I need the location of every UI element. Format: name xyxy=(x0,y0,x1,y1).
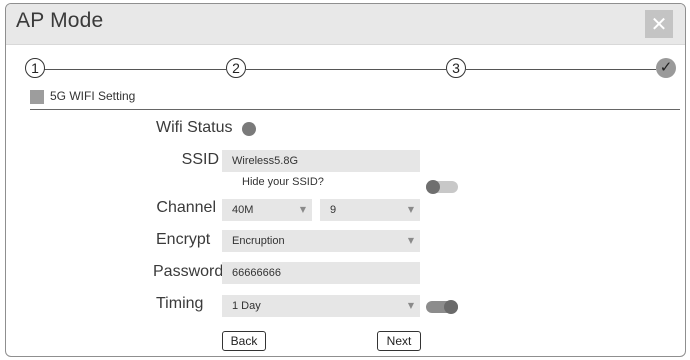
ap-mode-dialog: AP Mode ✕ 1 2 3 ✓ 5G WIFI Setting Wifi S… xyxy=(5,3,686,357)
section-title: 5G WIFI Setting xyxy=(50,89,136,103)
step-connector xyxy=(466,69,656,70)
chevron-down-icon: ▼ xyxy=(407,301,414,310)
hide-ssid-label: Hide your SSID? xyxy=(242,176,324,188)
channel-number-select[interactable]: 9 ▼ xyxy=(320,199,420,221)
password-input[interactable]: 66666666 xyxy=(222,262,420,284)
password-label: Password xyxy=(153,263,224,280)
step-connector xyxy=(246,69,446,70)
wizard-stepper: 1 2 3 ✓ xyxy=(6,56,685,82)
step-connector xyxy=(44,69,226,70)
section-marker xyxy=(30,90,44,104)
chevron-down-icon: ▼ xyxy=(407,205,414,214)
encrypt-value: Encruption xyxy=(232,235,285,247)
step-1: 1 xyxy=(25,58,45,78)
check-icon: ✓ xyxy=(656,58,676,78)
channel-bandwidth-select[interactable]: 40M ▼ xyxy=(222,199,312,221)
wifi-status-label: Wifi Status xyxy=(156,119,233,136)
encrypt-select[interactable]: Encruption ▼ xyxy=(222,230,420,252)
ssid-label: SSID xyxy=(181,151,219,168)
chevron-down-icon: ▼ xyxy=(299,205,306,214)
timing-value: 1 Day xyxy=(232,300,261,312)
wifi-status-indicator[interactable] xyxy=(242,122,256,136)
section-divider xyxy=(30,109,680,110)
timing-label: Timing xyxy=(156,295,204,312)
step-3: 3 xyxy=(446,58,466,78)
toggle-knob xyxy=(426,180,440,194)
timing-select[interactable]: 1 Day ▼ xyxy=(222,295,420,317)
timing-toggle[interactable] xyxy=(426,300,458,314)
encrypt-label: Encrypt xyxy=(156,231,211,248)
chevron-down-icon: ▼ xyxy=(407,236,414,245)
toggle-knob xyxy=(444,300,458,314)
channel-bandwidth-value: 40M xyxy=(232,204,254,216)
close-button[interactable]: ✕ xyxy=(645,10,673,38)
channel-label: Channel xyxy=(156,199,216,216)
dialog-title: AP Mode xyxy=(16,9,104,32)
channel-number-value: 9 xyxy=(330,204,337,216)
title-bar: AP Mode ✕ xyxy=(6,4,685,45)
next-button[interactable]: Next xyxy=(377,331,421,351)
ssid-input[interactable]: Wireless5.8G xyxy=(222,150,420,172)
close-icon: ✕ xyxy=(650,12,668,36)
hide-ssid-toggle[interactable] xyxy=(426,180,458,194)
back-button[interactable]: Back xyxy=(222,331,266,351)
step-2: 2 xyxy=(226,58,246,78)
